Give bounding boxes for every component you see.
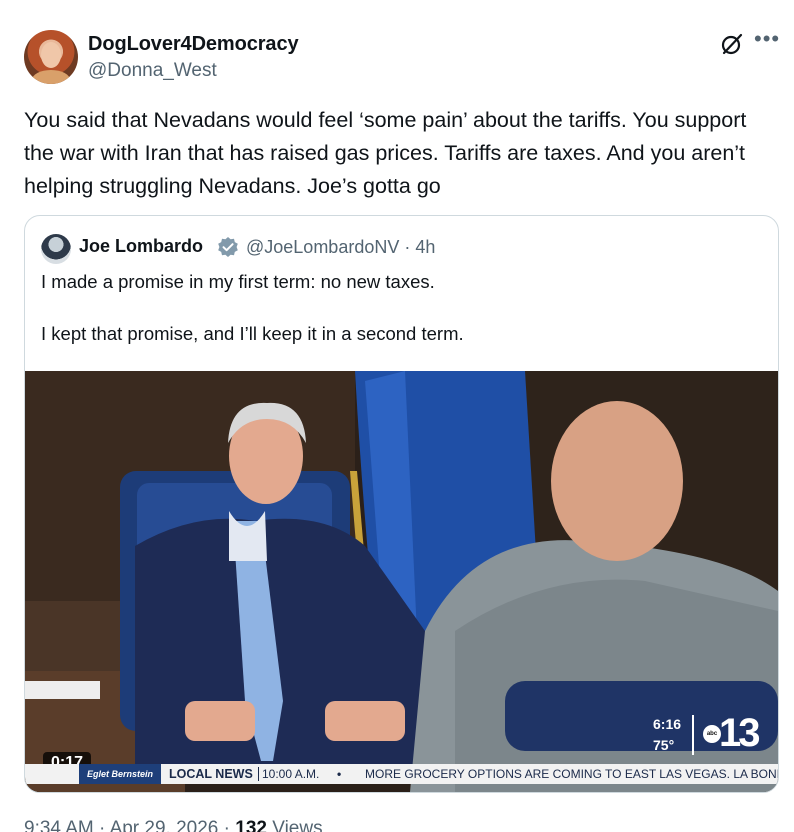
author-display-name[interactable]: DogLover4Democracy [88, 33, 299, 56]
views-label[interactable]: Views [272, 818, 322, 832]
grok-icon[interactable] [720, 32, 744, 56]
quoted-handle[interactable]: @JoeLombardoNV [246, 237, 399, 257]
quoted-post-card[interactable]: Joe Lombardo @JoeLombardoNV · 4h I made … [24, 215, 779, 793]
avatar-shirt [32, 70, 70, 84]
post-date[interactable]: Apr 29, 2026 [110, 818, 219, 832]
ticker-divider [258, 767, 259, 781]
station-logo: abc 13 [699, 711, 760, 757]
author-handle[interactable]: @Donna_West [88, 60, 217, 82]
quoted-separator: · [404, 237, 411, 257]
quoted-author-avatar[interactable] [41, 234, 71, 264]
quoted-meta: @JoeLombardoNV · 4h [246, 237, 435, 258]
verified-badge-icon [218, 237, 238, 257]
post-time[interactable]: 9:34 AM [24, 818, 94, 832]
station-number: 13 [719, 711, 760, 755]
views-count[interactable]: 132 [235, 818, 267, 832]
quoted-text: I made a promise in my first term: no ne… [41, 271, 464, 344]
station-divider [692, 715, 694, 755]
station-time: 6:16 [653, 716, 682, 732]
news-ticker: Eglet Bernstein LOCAL NEWS 10:00 A.M. • … [25, 764, 778, 784]
ticker-time: 10:00 A.M. [262, 767, 320, 781]
post-text: You said that Nevadans would feel ‘some … [24, 108, 753, 198]
more-icon[interactable]: ••• [754, 28, 780, 54]
post-meta: 9:34 AM · Apr 29, 2026 · 132 Views [24, 818, 323, 832]
quoted-time[interactable]: 4h [415, 237, 435, 257]
post: DogLover4Democracy @Donna_West ••• You s… [0, 0, 794, 832]
ticker-brand: Eglet Bernstein [79, 764, 161, 784]
video-player[interactable]: 0:17 6:16 75° abc 13 Eglet Bernstein LOC… [25, 371, 778, 792]
author-avatar[interactable] [24, 30, 78, 84]
ticker-section: LOCAL NEWS [169, 767, 253, 781]
post-meta-separator: · [99, 818, 106, 832]
ticker-headline: MORE GROCERY OPTIONS ARE COMING TO EAST … [365, 767, 778, 781]
ticker-bullet: • [337, 767, 342, 781]
avatar-face [41, 42, 61, 68]
quoted-author-name[interactable]: Joe Lombardo [79, 236, 203, 257]
post-meta-separator-2: · [223, 818, 230, 832]
station-temp: 75° [653, 737, 675, 753]
